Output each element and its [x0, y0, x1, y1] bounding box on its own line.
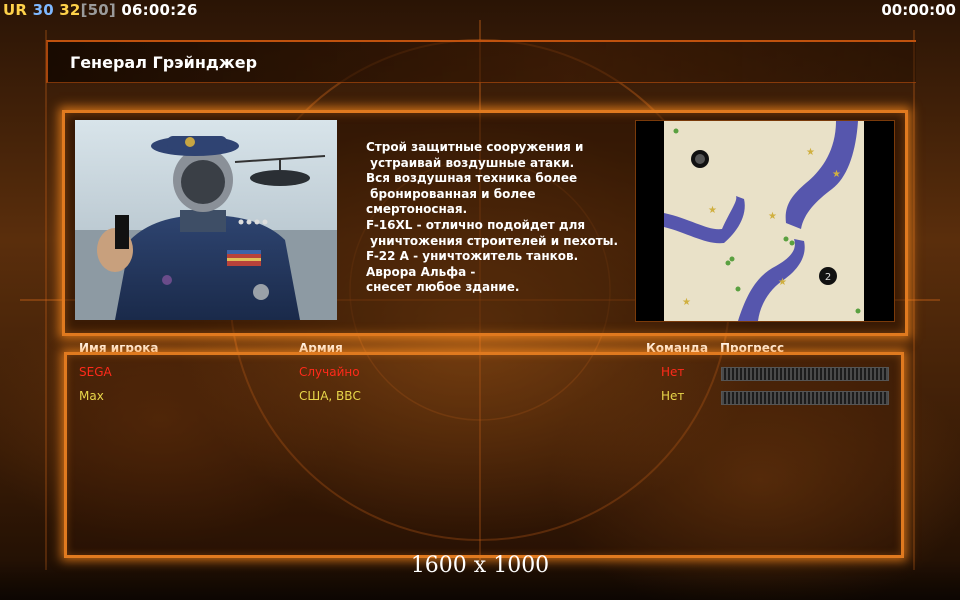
- player-team: Нет: [661, 365, 685, 379]
- briefing-panel: Строй защитные сооружения и устраивай во…: [62, 110, 908, 336]
- player-army: США, ВВС: [299, 389, 361, 403]
- player-name: Max: [79, 389, 104, 403]
- resource-hud: UR 30 32[50] 06:00:26: [3, 1, 198, 19]
- minimap[interactable]: 2 ★ ★ ★ ★ ★ ★: [635, 120, 895, 322]
- svg-text:★: ★: [832, 169, 841, 180]
- player-progress-bar: [721, 367, 889, 381]
- timer-right: 00:00:00: [881, 1, 956, 19]
- ur-label: UR: [3, 1, 28, 19]
- player-army: Случайно: [299, 365, 360, 379]
- title-bar: Генерал Грэйнджер: [46, 40, 916, 83]
- resolution-label: 1600 x 1000: [410, 553, 550, 578]
- ur-value: 30: [32, 1, 54, 19]
- svg-text:★: ★: [768, 211, 777, 222]
- svg-text:★: ★: [682, 297, 691, 308]
- svg-text:★: ★: [778, 277, 787, 288]
- general-title: Генерал Грэйнджер: [70, 53, 258, 72]
- game-clock: 06:00:26: [121, 1, 198, 19]
- player-team: Нет: [661, 389, 685, 403]
- start-position-2[interactable]: 2: [825, 272, 831, 283]
- svg-text:★: ★: [708, 205, 717, 216]
- general-description: Строй защитные сооружения и устраивай во…: [366, 140, 619, 295]
- money-value: 32: [59, 1, 81, 19]
- general-portrait: [75, 120, 337, 320]
- player-name: SEGA: [79, 365, 112, 379]
- money-max: [50]: [80, 1, 116, 19]
- player-progress-bar: [721, 391, 889, 405]
- players-panel: [64, 352, 904, 558]
- svg-text:★: ★: [806, 147, 815, 158]
